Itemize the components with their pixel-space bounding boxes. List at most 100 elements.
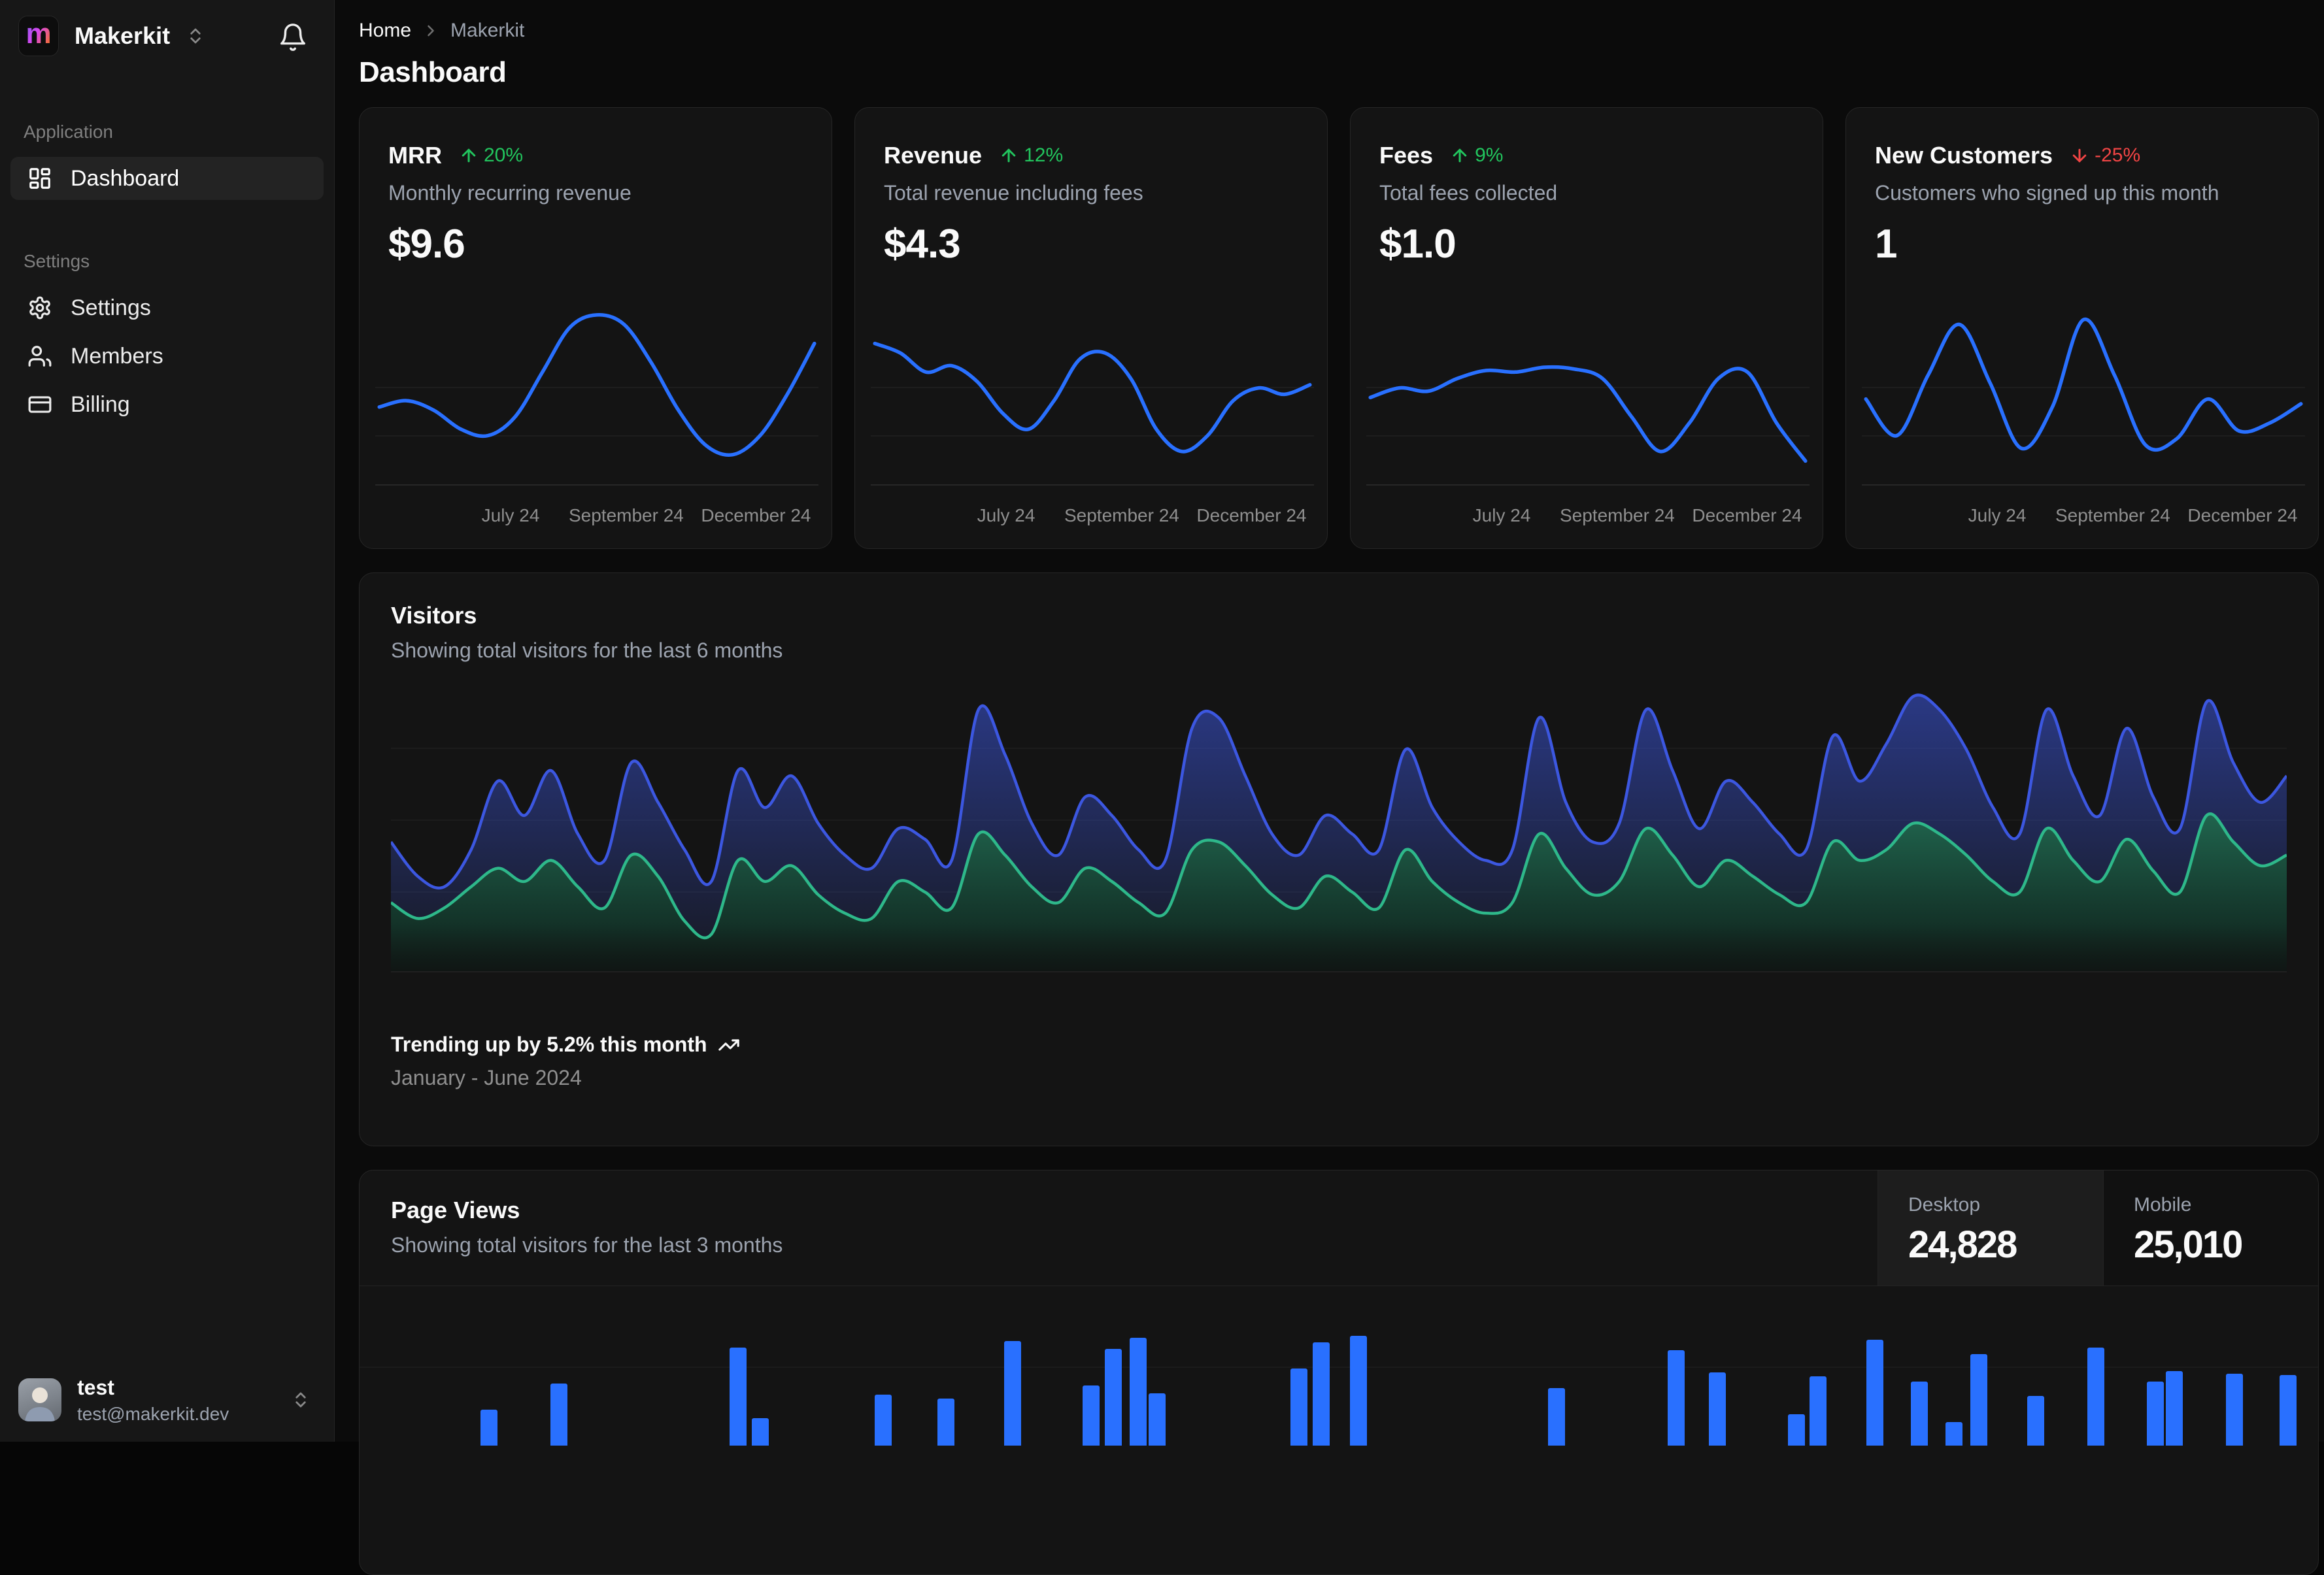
stat-card-mrr: MRR 20% Monthly recurring revenue $9.6 J… <box>359 107 832 549</box>
bar <box>1709 1372 1726 1446</box>
bars-area <box>360 1287 2318 1446</box>
bar <box>730 1348 747 1446</box>
bar <box>1810 1376 1827 1446</box>
bar <box>2280 1375 2297 1446</box>
bar <box>1911 1382 1928 1446</box>
sparkline-chart <box>1862 304 2305 486</box>
bar <box>2027 1396 2044 1446</box>
bar <box>1788 1414 1805 1446</box>
tab-mobile[interactable]: Mobile 25,010 <box>2103 1170 2318 1285</box>
stat-title: Fees <box>1379 142 1434 169</box>
stat-description: Customers who signed up this month <box>1875 181 2219 205</box>
page-views-card: Page Views Showing total visitors for th… <box>359 1170 2319 1575</box>
x-axis-labels: July 24 September 24 December 24 <box>977 505 1307 525</box>
stat-title: Revenue <box>884 142 983 169</box>
bar <box>1970 1354 1987 1446</box>
sidebar-item-dashboard[interactable]: Dashboard <box>10 157 324 200</box>
trend-footer: Trending up by 5.2% this month <box>391 1033 2287 1057</box>
page-views-header: Page Views Showing total visitors for th… <box>360 1170 2318 1286</box>
bar <box>1004 1341 1021 1446</box>
bar <box>1149 1393 1166 1446</box>
trend-badge: 9% <box>1450 144 1503 167</box>
team-name: Makerkit <box>75 22 171 49</box>
sidebar-item-label: Members <box>71 343 163 369</box>
bar <box>1668 1350 1685 1446</box>
stat-cards-row: MRR 20% Monthly recurring revenue $9.6 J… <box>359 107 2319 549</box>
bar <box>875 1395 892 1446</box>
stat-description: Total revenue including fees <box>884 181 1143 205</box>
sparkline-chart <box>375 304 818 486</box>
x-axis-labels: July 24 September 24 December 24 <box>481 505 811 525</box>
notifications-bell-icon[interactable] <box>278 22 308 52</box>
chevrons-up-down-icon <box>190 28 201 44</box>
chevrons-up-down-icon <box>295 1392 306 1408</box>
trend-text: Trending up by 5.2% this month <box>391 1033 707 1056</box>
user-email: test@makerkit.dev <box>77 1403 229 1424</box>
breadcrumb-home[interactable]: Home <box>359 20 411 42</box>
bar <box>1130 1338 1147 1446</box>
stat-card-new-customers: New Customers -25% Customers who signed … <box>1845 107 2319 549</box>
user-menu[interactable]: test test@makerkit.dev <box>0 1358 334 1442</box>
bar <box>2226 1374 2243 1446</box>
stat-value: 1 <box>1875 222 1897 267</box>
stat-description: Total fees collected <box>1379 181 1558 205</box>
arrow-up-icon <box>459 146 479 165</box>
bar <box>2166 1371 2183 1446</box>
trend-daterange: January - June 2024 <box>391 1066 582 1089</box>
bar <box>550 1384 567 1446</box>
bar <box>937 1399 954 1446</box>
sidebar-item-label: Dashboard <box>71 165 180 191</box>
bar <box>480 1410 497 1446</box>
sidebar-item-label: Settings <box>71 295 151 320</box>
bar <box>1105 1349 1122 1446</box>
team-switcher[interactable]: m Makerkit <box>18 16 205 56</box>
visitors-title: Visitors <box>391 602 477 629</box>
trend-badge: 20% <box>459 144 523 167</box>
stat-description: Monthly recurring revenue <box>388 181 632 205</box>
x-axis-labels: July 24 September 24 December 24 <box>1472 505 1802 525</box>
bars-gridline <box>360 1367 2318 1368</box>
logo-letter: m <box>25 18 52 50</box>
page-views-tabs: Desktop 24,828 Mobile 25,010 <box>1878 1170 2318 1285</box>
visitors-card: Visitors Showing total visitors for the … <box>359 572 2319 1146</box>
stat-value: $1.0 <box>1379 222 1457 267</box>
x-axis-labels: July 24 September 24 December 24 <box>1968 505 2298 525</box>
bar <box>1945 1422 1962 1446</box>
avatar <box>18 1378 61 1421</box>
visitors-area-chart <box>391 693 2287 972</box>
sidebar-item-billing[interactable]: Billing <box>10 383 324 426</box>
bar <box>1313 1342 1330 1446</box>
makerkit-logo: m <box>18 16 59 56</box>
trend-badge: -25% <box>2070 144 2140 167</box>
trend-badge: 12% <box>999 144 1063 167</box>
tab-value: 25,010 <box>2134 1223 2243 1266</box>
tab-label: Desktop <box>1908 1194 1981 1216</box>
page-views-subtitle: Showing total visitors for the last 3 mo… <box>391 1233 783 1257</box>
arrow-up-icon <box>999 146 1019 165</box>
sidebar: m Makerkit Application Dashboard Setting… <box>0 0 335 1442</box>
sidebar-item-label: Billing <box>71 391 130 417</box>
gear-icon <box>29 296 50 320</box>
stat-card-fees: Fees 9% Total fees collected $1.0 July 2… <box>1350 107 1823 549</box>
page-views-title: Page Views <box>391 1197 520 1223</box>
trending-up-icon <box>718 1038 739 1051</box>
bar <box>1290 1368 1307 1446</box>
tab-value: 24,828 <box>1908 1223 2017 1266</box>
sidebar-item-settings[interactable]: Settings <box>10 286 324 329</box>
tab-desktop[interactable]: Desktop 24,828 <box>1878 1170 2103 1285</box>
bar <box>1083 1385 1100 1446</box>
stat-card-revenue: Revenue 12% Total revenue including fees… <box>854 107 1328 549</box>
layout-dashboard-icon <box>29 168 50 189</box>
chevron-right-icon <box>428 25 434 37</box>
sparkline-chart <box>1366 304 1810 486</box>
users-icon <box>28 346 52 367</box>
bar <box>2087 1348 2104 1446</box>
nav-section-application: Application <box>24 122 113 142</box>
main-content: Home Makerkit Dashboard MRR 20% Monthly … <box>335 0 2324 1575</box>
stat-title: New Customers <box>1875 142 2053 169</box>
nav-section-settings: Settings <box>24 251 90 271</box>
sidebar-item-members[interactable]: Members <box>10 335 324 378</box>
stat-value: $9.6 <box>388 222 465 267</box>
credit-card-icon <box>28 396 52 413</box>
stat-title: MRR <box>388 142 442 169</box>
